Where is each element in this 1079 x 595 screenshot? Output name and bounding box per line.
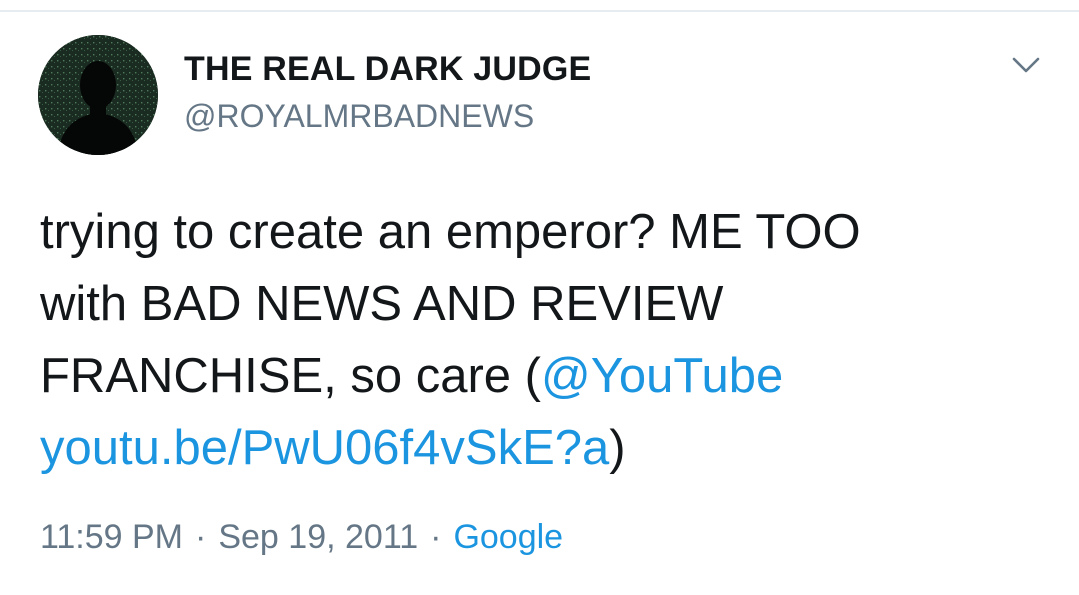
mention-link[interactable]: @YouTube xyxy=(541,349,783,403)
chevron-down-icon[interactable] xyxy=(1008,50,1044,80)
meta-separator: · xyxy=(430,518,442,556)
tweet-card: THE REAL DARK JUDGE @ROYALMRBADNEWS tryi… xyxy=(0,0,1079,595)
tweet-line: youtu.be/PwU06f4vSkE?a) xyxy=(40,412,1040,484)
tweet-meta: 11:59 PM · Sep 19, 2011 · Google xyxy=(40,518,563,557)
user-handle[interactable]: @ROYALMRBADNEWS xyxy=(184,98,534,135)
source-link[interactable]: Google xyxy=(453,518,563,556)
silhouette-avatar-icon xyxy=(38,35,158,155)
meta-separator: · xyxy=(195,518,207,556)
closing-paren: ) xyxy=(609,421,626,475)
tweet-text: trying to create an emperor? ME TOO with… xyxy=(40,196,1040,484)
display-name[interactable]: THE REAL DARK JUDGE xyxy=(184,50,591,89)
tweet-time[interactable]: 11:59 PM xyxy=(40,518,183,556)
tweet-text-segment: FRANCHISE, so care ( xyxy=(40,349,541,403)
tweet-date[interactable]: Sep 19, 2011 xyxy=(218,518,418,556)
tweet-line: trying to create an emperor? ME TOO xyxy=(40,205,861,259)
tweet-line: FRANCHISE, so care (@YouTube xyxy=(40,340,1040,412)
avatar[interactable] xyxy=(38,35,158,155)
url-link[interactable]: youtu.be/PwU06f4vSkE?a xyxy=(40,421,609,475)
tweet-line: with BAD NEWS AND REVIEW xyxy=(40,277,724,331)
